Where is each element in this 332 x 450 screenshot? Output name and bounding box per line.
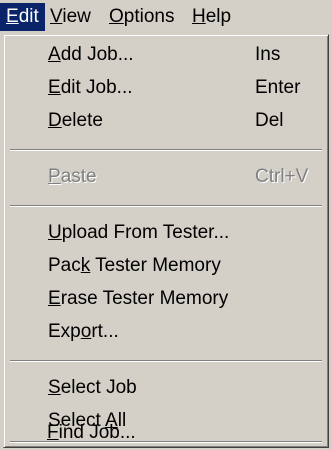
- menu-item-pack-tester-memory[interactable]: Pack Tester Memory: [7, 252, 325, 280]
- label-post: dit Job...: [60, 77, 133, 98]
- menu-item-label: Paste: [48, 163, 97, 191]
- menu-item-find-job[interactable]: Find Job...: [6, 419, 324, 447]
- label-post: pload From Tester...: [61, 222, 230, 243]
- menu-item-paste: Paste Ctrl+V: [7, 163, 325, 191]
- menu-item-shortcut: Enter: [255, 77, 301, 98]
- label-post: dd Job...: [60, 44, 134, 65]
- menu-edit-accel: E: [6, 6, 19, 27]
- label-accel: U: [48, 222, 62, 243]
- menu-item-label: Find Job...: [47, 419, 136, 447]
- edit-menu-dropdown: Add Job... Ins Edit Job... Enter Delete …: [3, 34, 329, 448]
- menu-item-export[interactable]: Export...: [7, 318, 325, 346]
- menu-bar: Edit View Options Help: [0, 0, 332, 34]
- menu-separator: [10, 149, 322, 151]
- menu-view-accel: V: [50, 6, 63, 27]
- menu-options-accel: O: [109, 6, 124, 27]
- label-accel: k: [80, 255, 91, 276]
- menu-item-add-job[interactable]: Add Job... Ins: [7, 41, 325, 69]
- label-post: elete: [61, 110, 103, 131]
- menu-options-rest: ptions: [123, 6, 175, 27]
- menu-help-accel: H: [192, 6, 206, 27]
- window-root: Edit View Options Help Add Job... Ins Ed…: [0, 0, 332, 450]
- menu-item-select-job[interactable]: Select Job: [7, 374, 325, 402]
- menu-item-erase-tester-memory[interactable]: Erase Tester Memory: [7, 285, 325, 313]
- label-post: aste: [60, 166, 97, 187]
- label-post: Tester Memory: [90, 255, 221, 276]
- menu-help[interactable]: Help: [186, 3, 237, 31]
- label-post: ind Job...: [58, 422, 136, 443]
- label-accel: P: [48, 166, 61, 187]
- menu-item-shortcut: Del: [255, 110, 284, 131]
- label-pre: Exp: [48, 321, 81, 342]
- menu-view[interactable]: View: [44, 3, 97, 31]
- menu-item-delete[interactable]: Delete Del: [7, 107, 325, 135]
- menu-help-rest: elp: [205, 6, 232, 27]
- label-post: rase Tester Memory: [60, 288, 229, 309]
- label-pre: Pac: [48, 255, 81, 276]
- menu-edit-rest: dit: [18, 6, 39, 27]
- label-post: rt...: [91, 321, 119, 342]
- menu-edit[interactable]: Edit: [0, 3, 45, 31]
- menu-item-label: Upload From Tester...: [48, 219, 229, 247]
- label-accel: F: [47, 422, 59, 443]
- label-accel: D: [48, 110, 62, 131]
- menu-item-label: Select Job: [48, 374, 137, 402]
- label-accel: S: [48, 377, 61, 398]
- label-post: elect Job: [60, 377, 137, 398]
- menu-item-shortcut: Ctrl+V: [255, 166, 309, 187]
- menu-item-label: Erase Tester Memory: [48, 285, 228, 313]
- menu-item-label: Add Job...: [48, 41, 134, 69]
- menu-item-label: Export...: [48, 318, 119, 346]
- menu-view-rest: iew: [62, 6, 91, 27]
- menu-item-shortcut: Ins: [255, 44, 281, 65]
- menu-item-label: Pack Tester Memory: [48, 252, 221, 280]
- menu-separator: [10, 360, 322, 362]
- menu-item-label: Edit Job...: [48, 74, 133, 102]
- label-accel: o: [80, 321, 92, 342]
- menu-separator: [10, 205, 322, 207]
- menu-item-edit-job[interactable]: Edit Job... Enter: [7, 74, 325, 102]
- menu-item-label: Delete: [48, 107, 103, 135]
- menu-item-upload-from-tester[interactable]: Upload From Tester...: [7, 219, 325, 247]
- label-accel: E: [48, 288, 61, 309]
- label-accel: A: [48, 44, 61, 65]
- menu-options[interactable]: Options: [103, 3, 180, 31]
- label-accel: E: [48, 77, 61, 98]
